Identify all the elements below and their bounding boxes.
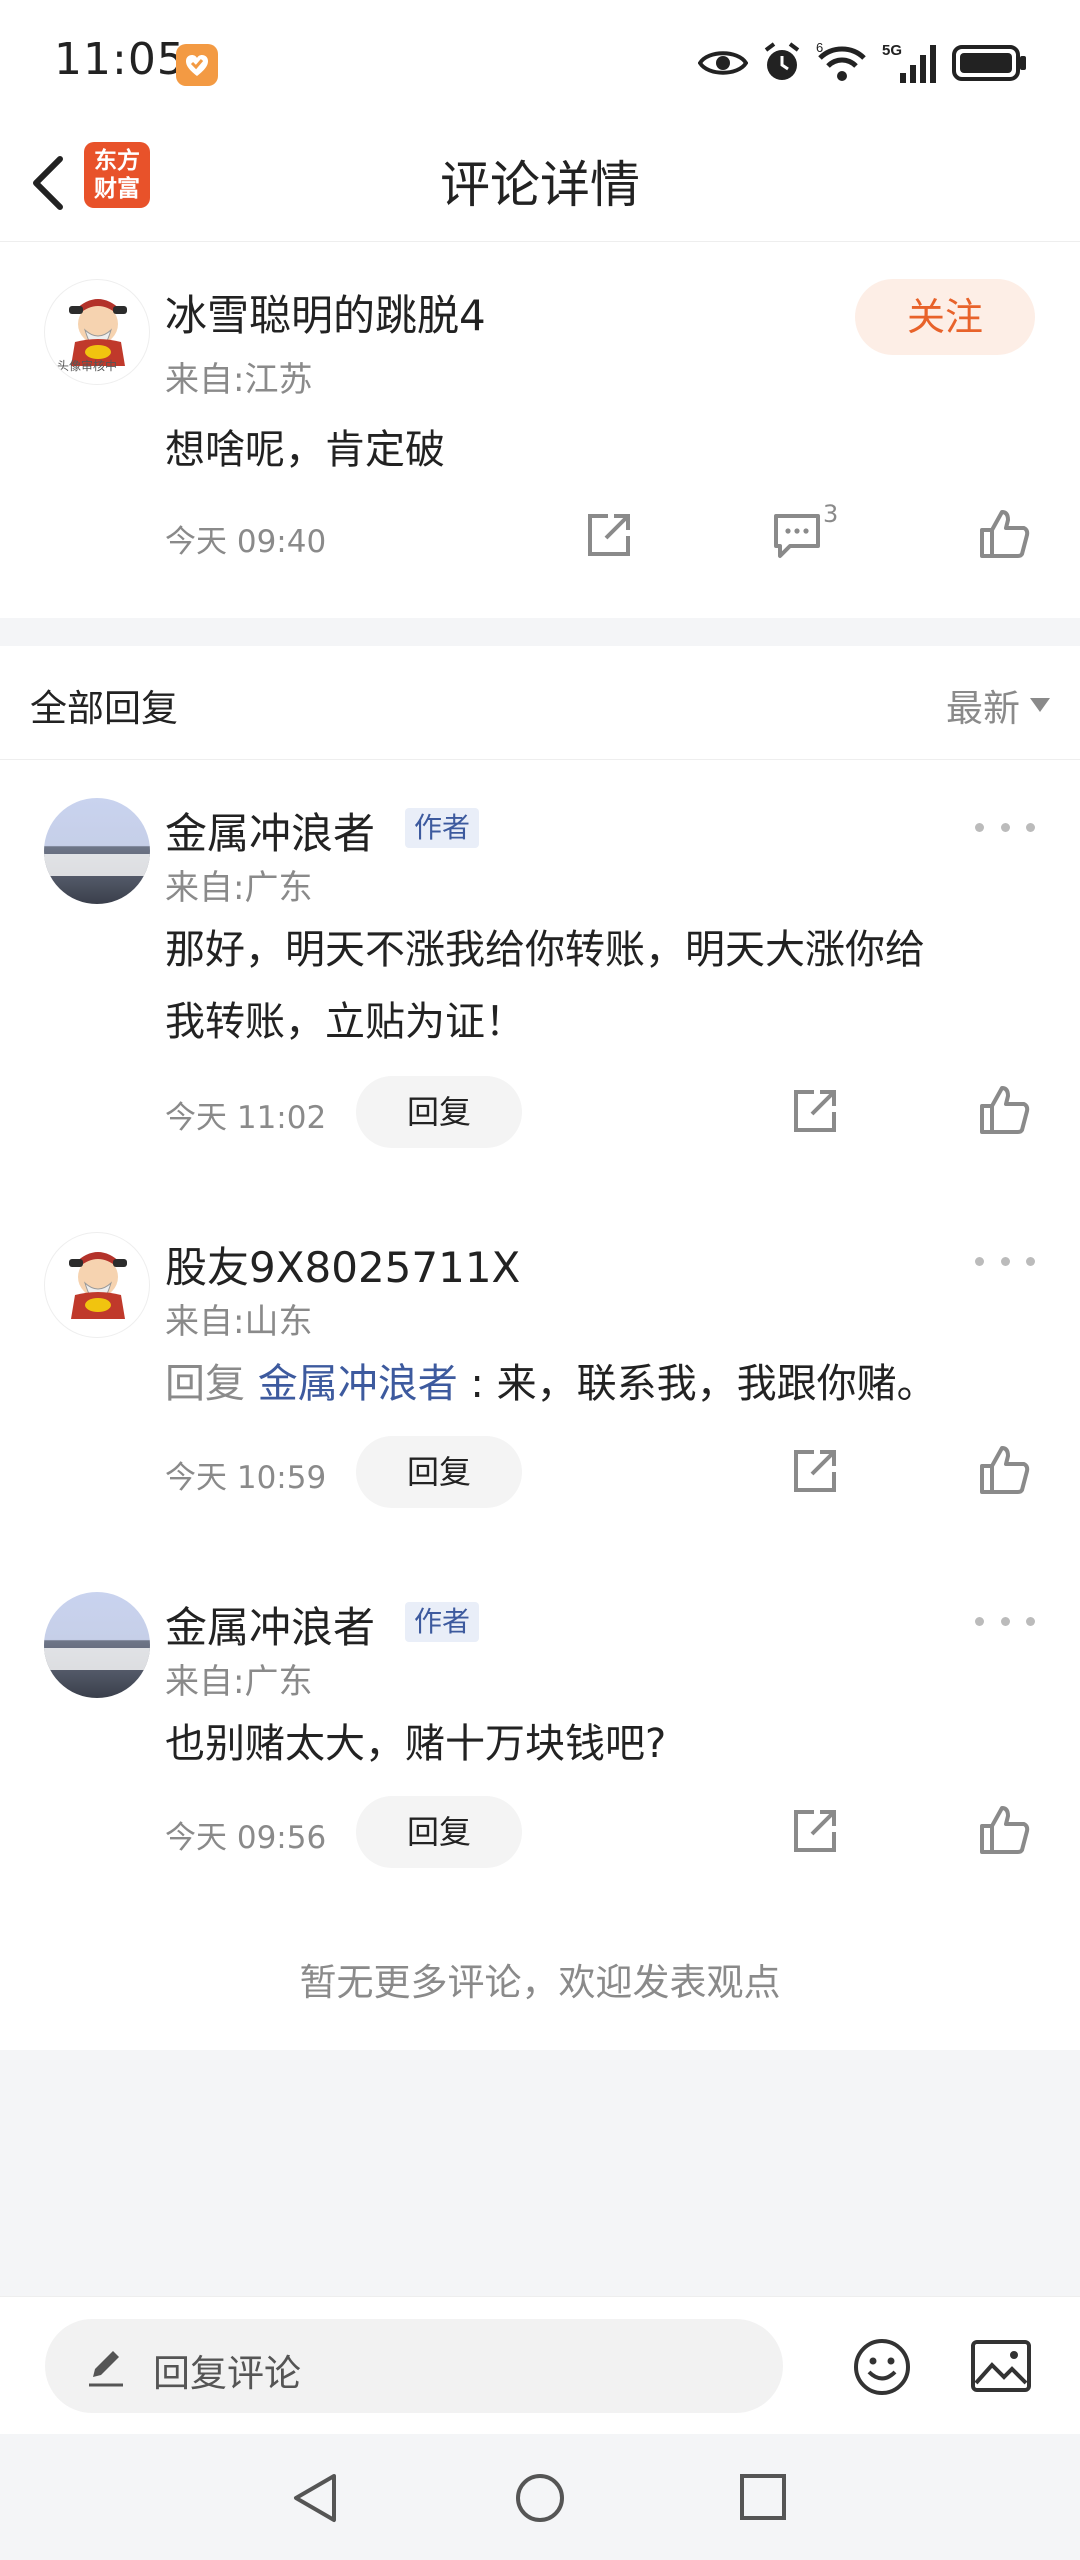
sort-label: 最新 <box>946 687 1020 730</box>
more-options-button[interactable] <box>975 1606 1035 1636</box>
avatar-caption: 头像审核中 <box>57 359 118 373</box>
share-icon <box>794 1810 836 1852</box>
reply-time: 今天 09:56 <box>165 1820 327 1856</box>
main-comment: 头像审核中 冰雪聪明的跳脱4 来自:江苏 关注 想啥呢，肯定破 今天 09:40… <box>0 242 1080 618</box>
reply-text: 回复 金属冲浪者 : 来，联系我，我跟你赌。 <box>165 1348 937 1420</box>
comment-text: 想啥呢，肯定破 <box>165 427 445 473</box>
replies-header: 全部回复 最新 <box>0 646 1080 760</box>
reply-time: 今天 11:02 <box>165 1100 327 1136</box>
avatar[interactable] <box>44 1592 150 1698</box>
fortune-god-icon <box>69 1252 127 1319</box>
like-button[interactable] <box>974 1080 1034 1140</box>
triangle-back-icon <box>294 2474 336 2522</box>
username[interactable]: 金属冲浪者 <box>165 800 375 861</box>
mention-link[interactable]: 金属冲浪者 <box>258 1361 458 1407</box>
status-time: 11:05 <box>54 34 186 85</box>
comment-time: 今天 09:40 <box>165 524 327 560</box>
reply-time: 今天 10:59 <box>165 1460 327 1496</box>
page-title: 评论详情 <box>440 156 640 214</box>
wifi-label: 6 <box>816 42 823 55</box>
system-nav-bar <box>0 2434 1080 2560</box>
chevron-left-icon <box>33 156 63 210</box>
author-badge: 作者 <box>405 808 480 848</box>
logo-line1: 东方 <box>94 148 140 174</box>
share-button[interactable] <box>786 1440 846 1500</box>
location: 来自:广东 <box>165 1662 313 1702</box>
wifi-icon: 6 <box>816 42 866 81</box>
svg-text:5G: 5G <box>882 42 902 59</box>
cellular-signal-icon: 5G <box>882 42 936 83</box>
follow-button[interactable]: 关注 <box>855 279 1035 355</box>
thumbs-up-icon <box>980 1086 1030 1134</box>
smiley-icon <box>854 2339 910 2395</box>
share-button[interactable] <box>580 504 640 564</box>
app-notification-icon <box>176 44 218 86</box>
alarm-icon <box>764 42 800 80</box>
emoji-button[interactable] <box>852 2337 912 2401</box>
image-icon <box>971 2340 1031 2392</box>
location: 来自:山东 <box>165 1302 313 1342</box>
avatar-photo-strip <box>44 1648 150 1670</box>
author-badge: 作者 <box>405 1602 480 1642</box>
thumbs-up-icon <box>980 1446 1030 1494</box>
thumbs-up-icon <box>980 510 1030 558</box>
circle-home-icon <box>516 2474 564 2522</box>
nav-home-button[interactable] <box>514 2472 566 2528</box>
pencil-icon <box>89 2351 123 2387</box>
sort-dropdown[interactable]: 最新 <box>946 678 1050 732</box>
username[interactable]: 冰雪聪明的跳脱4 <box>165 282 486 343</box>
reply-text-line1: 那好，明天不涨我给你转账，明天大涨你给 <box>165 927 925 973</box>
username[interactable]: 金属冲浪者 <box>165 1594 375 1655</box>
comment-button[interactable] <box>768 506 828 566</box>
share-icon <box>794 1450 836 1492</box>
avatar[interactable] <box>44 1232 150 1338</box>
reply-text-body: : 来，联系我，我跟你赌。 <box>457 1361 937 1407</box>
app-logo[interactable]: 东方 财富 <box>84 142 150 208</box>
share-icon <box>794 1090 836 1132</box>
battery-icon <box>952 45 1026 81</box>
no-more-comments-text: 暂无更多评论，欢迎发表观点 <box>299 1961 781 2004</box>
like-button[interactable] <box>974 504 1034 564</box>
share-button[interactable] <box>786 1800 846 1860</box>
reply-text-line2: 我转账，立贴为证！ <box>165 999 525 1045</box>
reply-button[interactable]: 回复 <box>356 1436 522 1508</box>
square-recents-icon <box>740 2474 786 2520</box>
comment-count: 3 <box>823 500 839 528</box>
location: 来自:江苏 <box>165 360 313 400</box>
like-button[interactable] <box>974 1800 1034 1860</box>
avatar-photo-strip <box>44 854 150 876</box>
status-icons: 6 5G <box>698 38 1028 88</box>
avatar[interactable] <box>44 798 150 904</box>
like-button[interactable] <box>974 1440 1034 1500</box>
share-icon <box>588 514 630 556</box>
eye-icon <box>698 51 748 75</box>
reply-text: 也别赌太大，赌十万块钱吧? <box>165 1721 667 1767</box>
nav-back-button[interactable] <box>290 2472 340 2528</box>
dropdown-triangle-icon <box>1030 698 1050 712</box>
more-options-button[interactable] <box>975 1246 1035 1276</box>
share-button[interactable] <box>786 1080 846 1140</box>
comment-icon <box>774 514 820 558</box>
username[interactable]: 股友9X8025711X <box>165 1234 520 1295</box>
replies-list: 金属冲浪者 作者 来自:广东 那好，明天不涨我给你转账，明天大涨你给 我转账，立… <box>0 760 1080 2050</box>
reply-input-placeholder: 回复评论 <box>153 2352 301 2395</box>
reply-input-bar: 回复评论 <box>0 2296 1080 2434</box>
location: 来自:广东 <box>165 868 313 908</box>
thumbs-up-icon <box>980 1806 1030 1854</box>
reply-button[interactable]: 回复 <box>356 1076 522 1148</box>
reply-prefix: 回复 <box>165 1361 258 1407</box>
logo-line2: 财富 <box>94 176 140 202</box>
replies-title: 全部回复 <box>30 687 178 730</box>
reply-button[interactable]: 回复 <box>356 1796 522 1868</box>
image-button[interactable] <box>970 2339 1032 2397</box>
reply-comment-input[interactable]: 回复评论 <box>45 2319 783 2413</box>
nav-recents-button[interactable] <box>738 2472 788 2526</box>
more-options-button[interactable] <box>975 812 1035 842</box>
avatar[interactable]: 头像审核中 <box>44 279 150 385</box>
status-bar: 11:05 6 5G <box>0 0 1080 125</box>
app-header: 东方 财富 评论详情 <box>0 125 1080 242</box>
